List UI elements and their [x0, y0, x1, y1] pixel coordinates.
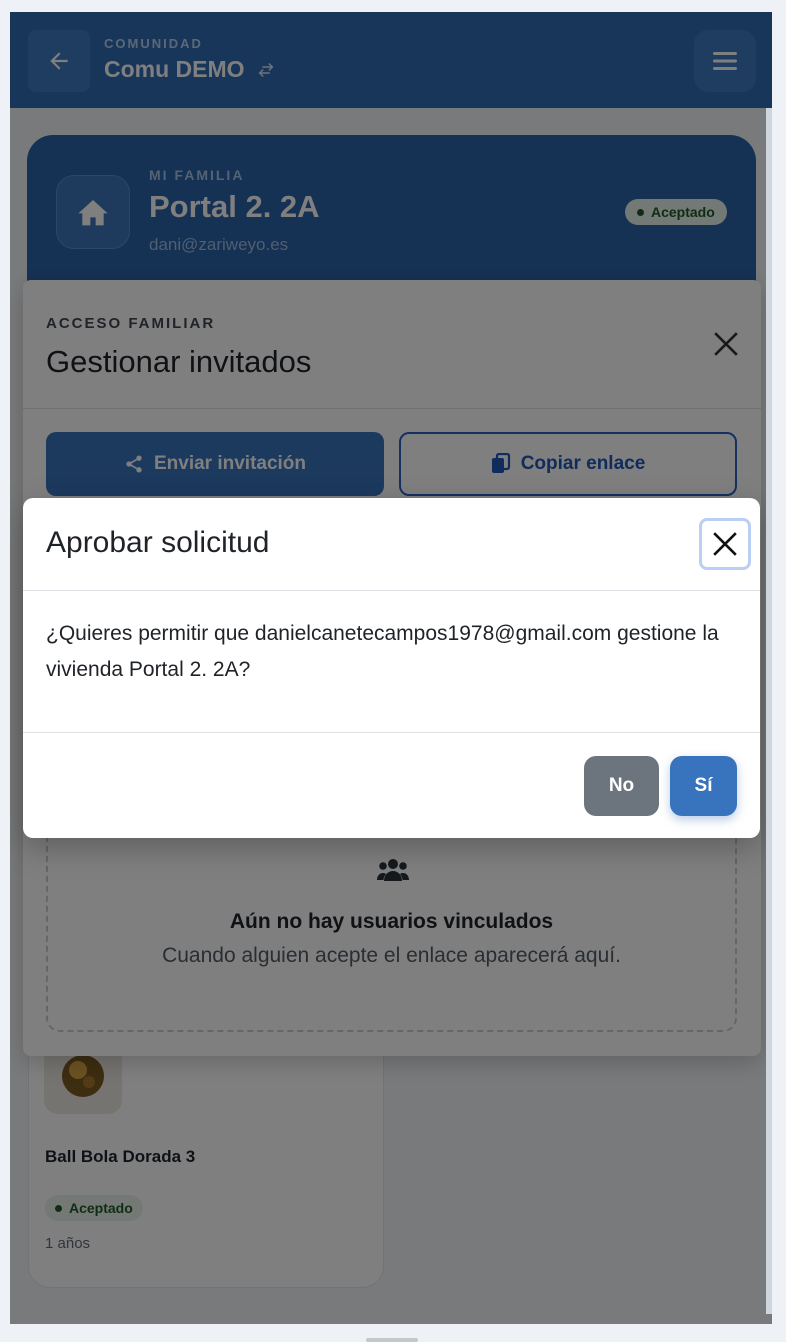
dialog-message: ¿Quieres permitir que danielcanetecampos… [46, 622, 719, 681]
divider [23, 590, 760, 591]
yes-button[interactable]: Sí [670, 756, 737, 816]
approve-request-dialog: Aprobar solicitud ¿Quieres permitir que … [23, 498, 760, 838]
home-indicator [366, 1338, 418, 1342]
dialog-title: Aprobar solicitud [46, 526, 270, 559]
dialog-close-button[interactable] [699, 518, 751, 570]
scrollbar[interactable] [766, 108, 772, 1314]
app-screen: COMUNIDAD Comu DEMO MI FAMILIA Portal 2.… [10, 12, 772, 1324]
no-button[interactable]: No [584, 756, 659, 816]
divider [23, 732, 760, 733]
close-icon [713, 532, 737, 556]
